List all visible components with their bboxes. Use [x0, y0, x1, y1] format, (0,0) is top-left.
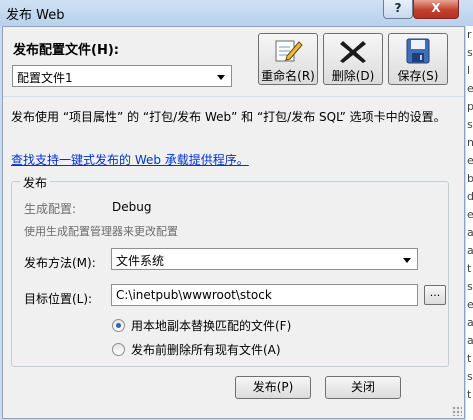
background-text-fragment: a: [467, 226, 473, 239]
replace-files-label: 用本地副本替换匹配的文件(F): [131, 319, 292, 333]
background-text-fragment: n: [467, 136, 473, 149]
background-text-fragment: a: [467, 244, 473, 257]
background-text-fragment: a: [467, 316, 473, 329]
background-text-fragment: r: [467, 28, 472, 41]
replace-files-option[interactable]: 用本地副本替换匹配的文件(F): [112, 317, 291, 334]
background-text-fragment: e: [467, 298, 473, 311]
background-text-fragment: e: [467, 82, 473, 95]
profile-header: 发布配置文件(H): 配置文件1 重命名(R) 删除(D) 保存(S): [3, 27, 464, 97]
build-config-hint: 使用生成配置管理器来更改配置: [24, 225, 178, 238]
profile-label: 发布配置文件(H):: [13, 43, 119, 58]
close-button[interactable]: 关闭: [325, 376, 401, 399]
close-window-button[interactable]: X: [413, 0, 459, 19]
target-location-label: 目标位置(L):: [24, 292, 93, 306]
rename-label: 重命名(R): [261, 69, 315, 83]
radio-unselected[interactable]: [112, 343, 125, 356]
background-text-fragment: s: [467, 46, 473, 59]
target-location-input[interactable]: [111, 284, 418, 306]
background-text-fragment: d: [467, 190, 473, 203]
publish-method-dropdown[interactable]: 文件系统: [111, 248, 418, 270]
publish-group-title: 发布: [20, 174, 51, 191]
radio-selected[interactable]: [112, 319, 125, 332]
publish-method-label: 发布方法(M):: [24, 256, 96, 270]
profile-dropdown-value: 配置文件1: [17, 71, 73, 85]
delete-existing-label: 发布前删除所有现有文件(A): [131, 343, 281, 357]
build-config-label: 生成配置:: [24, 202, 77, 216]
delete-x-icon: [340, 41, 366, 63]
window-title: 发布 Web: [6, 8, 65, 23]
background-window-strip: rslepsnebdeaatseaatst: [466, 26, 473, 420]
background-text-fragment: t: [467, 262, 472, 275]
background-text-fragment: s: [467, 280, 473, 293]
delete-existing-option[interactable]: 发布前删除所有现有文件(A): [112, 341, 281, 358]
delete-button[interactable]: 删除(D): [323, 33, 383, 85]
background-text-fragment: b: [467, 172, 473, 185]
resize-grip[interactable]: [452, 406, 462, 416]
rename-button[interactable]: 重命名(R): [258, 33, 318, 85]
background-text-fragment: t: [467, 388, 472, 401]
delete-label: 删除(D): [331, 69, 375, 83]
description-text: 发布使用 “项目属性” 的 “打包/发布 Web” 和 “打包/发布 SQL” …: [11, 110, 446, 124]
chevron-down-icon: [403, 258, 411, 263]
browse-button[interactable]: ...: [424, 285, 446, 305]
publish-web-dialog: 发布配置文件(H): 配置文件1 重命名(R) 删除(D) 保存(S) 发布使用…: [2, 26, 465, 419]
background-text-fragment: t: [467, 352, 472, 365]
save-label: 保存(S): [397, 69, 439, 83]
save-button[interactable]: 保存(S): [388, 33, 448, 85]
publish-method-value: 文件系统: [116, 254, 165, 268]
background-text-fragment: l: [467, 64, 471, 77]
chevron-down-icon: [217, 75, 225, 80]
title-bar: 发布 Web ? X: [0, 0, 473, 26]
profile-dropdown[interactable]: 配置文件1: [12, 65, 232, 87]
background-text-fragment: s: [467, 118, 473, 131]
floppy-disk-icon: [406, 38, 430, 64]
target-location-field[interactable]: [112, 285, 417, 305]
background-text-fragment: p: [467, 100, 473, 113]
hosting-provider-link[interactable]: 查找支持一键式发布的 Web 承载提供程序。: [11, 151, 249, 168]
build-config-value: Debug: [112, 200, 152, 214]
background-text-fragment: a: [467, 334, 473, 347]
rename-icon: [275, 40, 303, 62]
publish-groupbox: 发布 生成配置: Debug 使用生成配置管理器来更改配置 发布方法(M): 文…: [11, 174, 449, 367]
background-text-fragment: e: [467, 154, 473, 167]
background-text-fragment: e: [467, 208, 473, 221]
help-button[interactable]: ?: [383, 0, 413, 19]
publish-button[interactable]: 发布(P): [235, 376, 311, 399]
background-text-fragment: s: [467, 370, 473, 383]
